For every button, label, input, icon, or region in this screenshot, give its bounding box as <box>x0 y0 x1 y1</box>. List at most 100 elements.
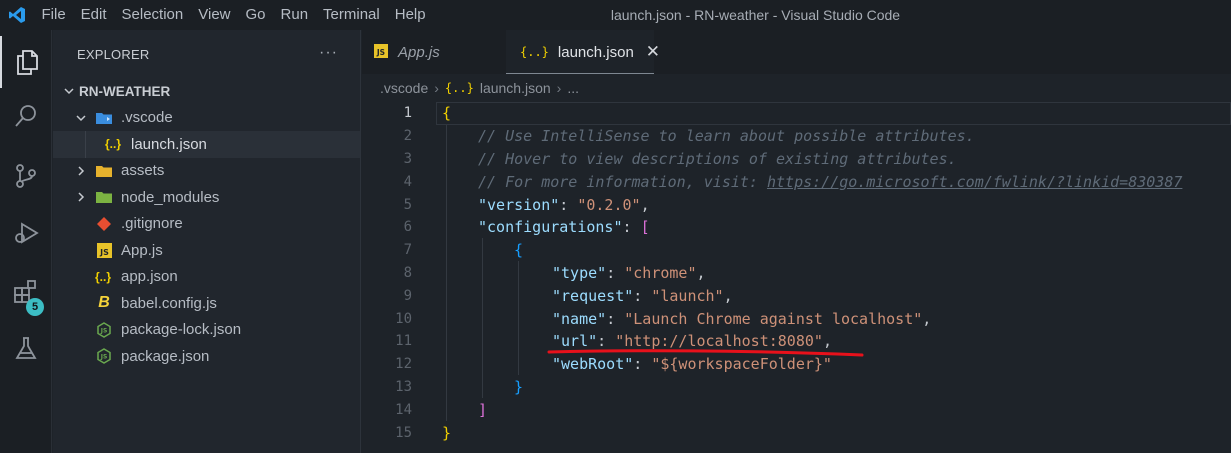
code-line-14: 14 ] <box>362 398 1231 421</box>
menu-view[interactable]: View <box>191 0 238 30</box>
code-key: "configurations" <box>478 218 623 237</box>
tree-item-babel-config[interactable]: B babel.config.js <box>53 290 360 317</box>
code-comment: // For more information, visit: <box>478 172 767 191</box>
code-line-6: 6 "configurations": [ <box>362 216 1231 239</box>
code-punct: : <box>559 195 578 214</box>
json-icon: {..} <box>444 81 474 95</box>
tree-item-label: package-lock.json <box>121 321 242 339</box>
explorer-header: EXPLORER ··· <box>53 30 360 78</box>
menu-selection[interactable]: Selection <box>114 0 191 30</box>
chevron-right-icon <box>73 189 89 205</box>
code-string: "launch" <box>651 286 724 305</box>
tree-item-app-js[interactable]: JS App.js <box>53 237 360 264</box>
line-number: 2 <box>403 128 412 145</box>
code-punct: , <box>723 286 733 305</box>
tab-label: launch.json <box>557 43 634 61</box>
code-link[interactable]: https://go.microsoft.com/fwlink/?linkid=… <box>767 173 1182 191</box>
code-line-3: 3 // Hover to view descriptions of exist… <box>362 148 1231 171</box>
code-line-2: 2 // Use IntelliSense to learn about pos… <box>362 125 1231 148</box>
tree-item-vscode[interactable]: .vscode <box>53 105 360 132</box>
line-number: 4 <box>403 173 412 190</box>
close-icon[interactable]: ✕ <box>646 42 660 62</box>
menu-edit[interactable]: Edit <box>73 0 114 30</box>
tree-root[interactable]: RN-WEATHER <box>53 78 360 105</box>
menu-go[interactable]: Go <box>238 0 273 30</box>
svg-text:JS: JS <box>100 327 108 334</box>
svg-text:JS: JS <box>376 48 385 57</box>
svg-text:JS: JS <box>99 248 109 257</box>
chevron-down-icon <box>73 110 89 126</box>
code-key: "version" <box>478 195 560 214</box>
menu-run[interactable]: Run <box>273 0 316 30</box>
code-key: "type" <box>552 263 607 282</box>
code-comment: // Use IntelliSense to learn about possi… <box>478 127 975 146</box>
tree-item-package-json[interactable]: JS package.json <box>53 343 360 370</box>
more-actions-button[interactable]: ··· <box>319 44 338 62</box>
run-debug-icon[interactable] <box>0 207 52 259</box>
tree-item-node-modules[interactable]: node_modules <box>53 184 360 211</box>
line-number: 1 <box>403 105 412 122</box>
current-line-highlight <box>436 102 1231 125</box>
menu-bar: File Edit Selection View Go Run Terminal… <box>34 0 433 30</box>
code-line-7: 7 { <box>362 239 1231 262</box>
extensions-icon[interactable]: 5 <box>0 266 52 318</box>
code-line-8: 8 "type": "chrome", <box>362 262 1231 285</box>
folder-icon <box>95 162 113 180</box>
line-number: 3 <box>403 150 412 167</box>
source-control-icon[interactable] <box>0 150 52 202</box>
line-number: 15 <box>395 424 412 441</box>
testing-icon[interactable] <box>0 322 52 374</box>
explorer-sidebar: EXPLORER ··· RN-WEATHER .vscode {..} lau… <box>53 30 361 453</box>
breadcrumb-item[interactable]: ... <box>567 80 579 96</box>
code-line-13: 13 } <box>362 376 1231 399</box>
breadcrumb-item[interactable]: .vscode <box>380 80 428 96</box>
line-number: 14 <box>395 401 412 418</box>
tree-item-label: package.json <box>121 347 210 365</box>
code-punct: : <box>633 286 652 305</box>
tree-item-assets[interactable]: assets <box>53 158 360 185</box>
tree-item-app-json[interactable]: {..} app.json <box>53 264 360 291</box>
code-punct: , <box>640 195 650 214</box>
code-line-9: 9 "request": "launch", <box>362 284 1231 307</box>
code-key: "request" <box>552 286 634 305</box>
svg-text:JS: JS <box>100 354 108 361</box>
code-line-10: 10 "name": "Launch Chrome against localh… <box>362 307 1231 330</box>
tree-item-label: .vscode <box>121 109 173 127</box>
menu-terminal[interactable]: Terminal <box>316 0 388 30</box>
tree-item-label: .gitignore <box>121 215 183 233</box>
git-icon <box>95 215 113 233</box>
menu-file[interactable]: File <box>34 0 73 30</box>
tab-launch-json[interactable]: {..} launch.json ✕ <box>506 30 660 74</box>
tree-item-launch-json[interactable]: {..} launch.json <box>53 131 360 158</box>
tree-item-gitignore[interactable]: .gitignore <box>53 211 360 238</box>
code-comment: // Hover to view descriptions of existin… <box>478 149 957 168</box>
tree-item-label: launch.json <box>131 135 207 153</box>
vscode-logo-icon <box>0 0 34 30</box>
line-number: 11 <box>395 333 412 350</box>
code-bracket: [ <box>640 218 650 237</box>
tab-app-js[interactable]: JS App.js <box>362 30 506 74</box>
line-number: 13 <box>395 378 412 395</box>
search-icon[interactable] <box>0 90 52 142</box>
code-string: "chrome" <box>624 263 697 282</box>
breadcrumb: .vscode › {..} launch.json › ... <box>362 74 1231 102</box>
tree-root-label: RN-WEATHER <box>79 83 171 99</box>
vscode-folder-icon <box>95 109 113 127</box>
tree-item-label: assets <box>121 162 165 180</box>
tree-item-label: node_modules <box>121 188 220 206</box>
line-number: 12 <box>395 356 412 373</box>
line-number: 10 <box>395 310 412 327</box>
explorer-icon[interactable] <box>0 36 52 88</box>
tab-label: App.js <box>398 43 440 61</box>
js-icon: JS <box>95 241 113 259</box>
json-icon: {..} <box>520 45 549 59</box>
red-underline-annotation <box>547 349 864 357</box>
breadcrumb-item[interactable]: launch.json <box>480 80 551 96</box>
editor-area: JS App.js {..} launch.json ✕ .vscode › {… <box>362 30 1231 453</box>
code-line-5: 5 "version": "0.2.0", <box>362 193 1231 216</box>
code-line-1: 1 { <box>362 102 1231 125</box>
menu-help[interactable]: Help <box>387 0 433 30</box>
explorer-title: EXPLORER <box>77 46 150 62</box>
indent-guide <box>85 131 86 158</box>
tree-item-package-lock[interactable]: JS package-lock.json <box>53 317 360 344</box>
